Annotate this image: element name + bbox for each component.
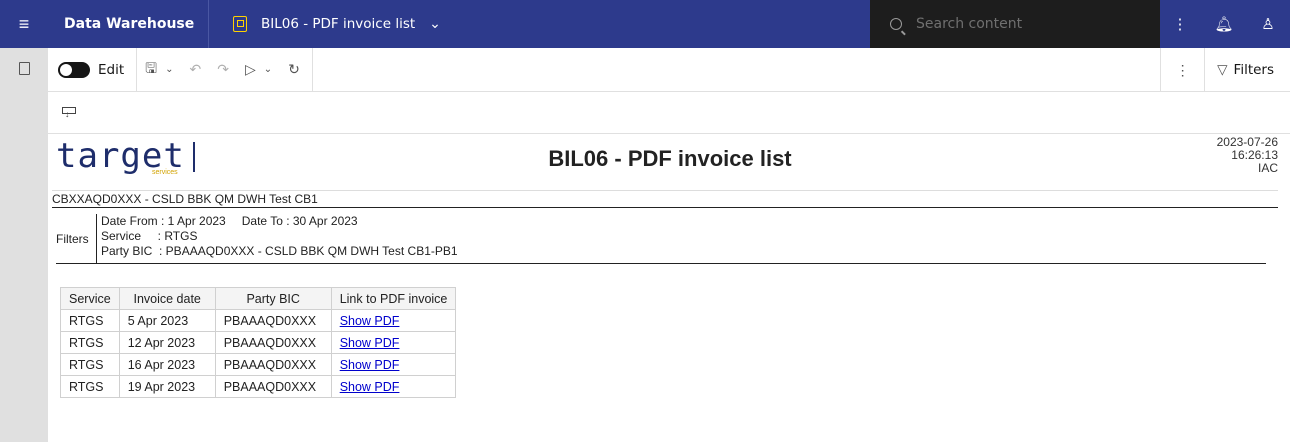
run-icon[interactable]: ▷ ⌄ [237, 48, 280, 92]
service-cell: RTGS [60, 375, 120, 398]
overflow-menu-icon[interactable]: ⋮ [1158, 0, 1202, 48]
filter-date-from: Date From : 1 Apr 2023 [101, 214, 226, 228]
report-tab[interactable]: BIL06 - PDF invoice list ⌄ [209, 0, 869, 48]
report-env: IAC [1257, 161, 1278, 175]
report-icon [233, 16, 247, 32]
edit-label: Edit [98, 61, 125, 78]
save-icon[interactable]: 🖫 ⌄ [137, 48, 181, 92]
party-bic-cell: PBAAAQD0XXX [214, 331, 332, 354]
column-header: Party BIC [214, 287, 332, 310]
report-tab-label: BIL06 - PDF invoice list [261, 16, 416, 32]
table-row: RTGS 19 Apr 2023 PBAAAQD0XXX Show PDF [60, 375, 457, 398]
report-toolbar: Edit 🖫 ⌄ ↶ ↷ ▷ ⌄ ↻ ⋮ ▽ Filters [48, 47, 1290, 92]
show-pdf-link[interactable]: Show PDF [340, 336, 400, 350]
filters-summary: Filters Date From : 1 Apr 2023 Date To : … [56, 214, 1266, 264]
user-icon[interactable]: ♙ [1246, 0, 1290, 48]
filter-service: Service : RTGS [101, 229, 198, 243]
invoice-date-cell: 16 Apr 2023 [118, 353, 216, 376]
show-pdf-link[interactable]: Show PDF [340, 380, 400, 394]
service-cell: RTGS [60, 353, 120, 376]
participant-line: CBXXAQD0XXX - CSLD BBK QM DWH Test CB1 [52, 190, 1278, 208]
filters-summary-label: Filters [56, 231, 89, 246]
invoice-date-cell: 12 Apr 2023 [118, 331, 216, 354]
hamburger-menu-icon[interactable]: ≡ [0, 0, 48, 48]
filters-summary-values: Date From : 1 Apr 2023 Date To : 30 Apr 2… [96, 214, 458, 263]
invoice-table: Service Invoice date Party BIC Link to P… [60, 287, 457, 398]
search-input[interactable]: Search content [870, 0, 1160, 48]
party-bic-cell: PBAAAQD0XXX [214, 375, 332, 398]
sub-toolbar [48, 92, 1290, 134]
show-pdf-link[interactable]: Show PDF [340, 314, 400, 328]
table-header-row: Service Invoice date Party BIC Link to P… [60, 287, 457, 310]
divider [311, 47, 313, 92]
invoice-date-cell: 5 Apr 2023 [118, 309, 216, 332]
redo-icon[interactable]: ↷ [209, 48, 237, 92]
table-row: RTGS 12 Apr 2023 PBAAAQD0XXX Show PDF [60, 331, 457, 354]
invoice-date-cell: 19 Apr 2023 [118, 375, 216, 398]
filter-date-to: Date To : 30 Apr 2023 [241, 214, 358, 228]
filter-party-bic: Party BIC : PBAAAQD0XXX - CSLD BBK QM DW… [101, 244, 458, 258]
left-rail [0, 48, 48, 442]
edit-toggle[interactable] [58, 61, 90, 78]
undo-icon[interactable]: ↶ [181, 48, 209, 92]
search-placeholder: Search content [916, 16, 1023, 32]
filters-button-label: Filters [1233, 62, 1274, 78]
party-bic-cell: PBAAAQD0XXX [214, 353, 332, 376]
column-header: Link to PDF invoice [330, 287, 457, 310]
table-row: RTGS 5 Apr 2023 PBAAAQD0XXX Show PDF [60, 309, 457, 332]
top-right-icons: ⋮ 🔔︎ ♙ [1158, 0, 1290, 48]
service-cell: RTGS [60, 309, 120, 332]
top-navigation-bar: ≡ Data Warehouse BIL06 - PDF invoice lis… [0, 0, 1290, 48]
more-options-icon[interactable]: ⋮ [1160, 48, 1204, 92]
table-row: RTGS 16 Apr 2023 PBAAAQD0XXX Show PDF [60, 353, 457, 376]
app-title[interactable]: Data Warehouse [48, 16, 208, 32]
column-header: Service [60, 287, 120, 310]
column-header: Invoice date [118, 287, 216, 310]
chevron-down-icon[interactable]: ⌄ [429, 16, 441, 32]
show-pdf-link[interactable]: Show PDF [340, 358, 400, 372]
filter-icon: ▽ [1217, 62, 1228, 78]
report-nav-icon[interactable] [0, 48, 48, 88]
refresh-icon[interactable]: ↻ [280, 48, 308, 92]
report-canvas: target services BIL06 - PDF invoice list… [52, 134, 1278, 442]
report-meta: 2023-07-26 16:26:13 IAC [1217, 136, 1278, 175]
pivot-icon[interactable] [62, 106, 76, 120]
service-cell: RTGS [60, 331, 120, 354]
party-bic-cell: PBAAAQD0XXX [214, 309, 332, 332]
filters-button[interactable]: ▽ Filters [1204, 48, 1290, 92]
report-title: BIL06 - PDF invoice list [548, 146, 792, 171]
notification-bell-icon[interactable]: 🔔︎ [1202, 0, 1246, 48]
search-icon [890, 18, 902, 30]
